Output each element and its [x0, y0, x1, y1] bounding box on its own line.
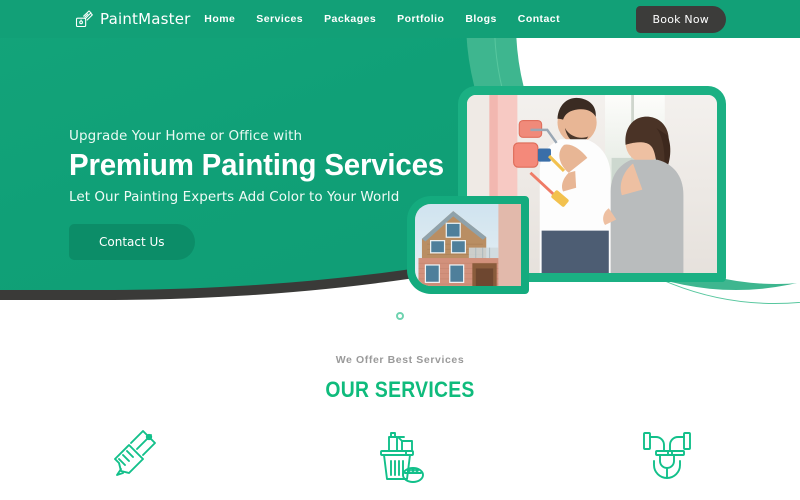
services-eyebrow: We Offer Best Services: [335, 354, 465, 366]
nav-item-contact[interactable]: Contact: [518, 13, 560, 25]
hero-title: Premium Painting Services: [69, 147, 444, 182]
hero-copy: Upgrade Your Home or Office with Premium…: [69, 128, 469, 260]
nav-item-portfolio[interactable]: Portfolio: [397, 13, 444, 25]
site-header: PaintMaster Home Services Packages Portf…: [0, 0, 800, 38]
service-card-plumbing[interactable]: [533, 429, 800, 485]
nav-item-blogs[interactable]: Blogs: [465, 13, 496, 25]
hero-subtitle: Let Our Painting Experts Add Color to Yo…: [69, 188, 400, 205]
service-card-cleaning[interactable]: [267, 429, 534, 485]
services-section: We Offer Best Services OUR SERVICES: [0, 340, 800, 500]
services-title: OUR SERVICES: [325, 377, 475, 402]
nav-item-services[interactable]: Services: [256, 13, 303, 25]
decorative-dot: [396, 312, 404, 320]
book-now-button[interactable]: Book Now: [635, 5, 726, 33]
main-navigation: Home Services Packages Portfolio Blogs C…: [204, 13, 560, 25]
nav-item-home[interactable]: Home: [204, 13, 235, 25]
plumbing-pipes-icon: [640, 429, 694, 485]
paint-bucket-brush-icon: [74, 9, 94, 29]
hero-eyebrow: Upgrade Your Home or Office with: [69, 128, 303, 144]
nav-item-packages[interactable]: Packages: [324, 13, 376, 25]
service-icon-row: [0, 429, 800, 485]
paint-brush-icon: [107, 429, 159, 485]
service-card-painting[interactable]: [0, 429, 267, 485]
contact-us-button[interactable]: Contact Us: [69, 223, 195, 260]
cleaning-supplies-icon: [372, 429, 428, 485]
brand-logo[interactable]: PaintMaster: [74, 9, 191, 29]
brand-name: PaintMaster: [100, 10, 191, 28]
